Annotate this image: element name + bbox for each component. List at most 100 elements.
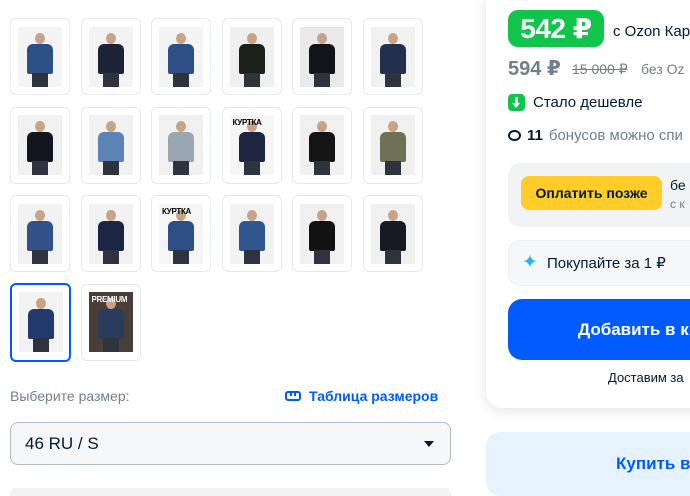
product-photo xyxy=(229,203,274,264)
jacket-shape xyxy=(97,220,124,251)
size-table-link[interactable]: Таблица размеров xyxy=(285,388,438,404)
gallery-thumbnail[interactable] xyxy=(80,18,141,95)
gallery-thumbnail[interactable] xyxy=(292,106,352,184)
gallery-thumbnail[interactable] xyxy=(80,106,141,184)
product-photo xyxy=(300,203,344,264)
gallery-thumbnail[interactable] xyxy=(292,195,352,272)
model-legs xyxy=(243,249,260,264)
model-legs xyxy=(102,338,119,352)
gallery-thumbnail[interactable] xyxy=(151,18,211,95)
model-legs xyxy=(32,161,48,175)
jacket-shape xyxy=(168,132,194,162)
product-photo xyxy=(370,203,415,264)
gallery-thumbnail[interactable] xyxy=(221,18,282,95)
jacket-shape xyxy=(238,220,265,251)
current-price-badge: 542 ₽ xyxy=(508,10,604,47)
model-head xyxy=(35,209,45,221)
jacket-shape xyxy=(27,43,53,74)
gallery-thumbnail[interactable] xyxy=(80,195,141,272)
gallery-thumbnail[interactable] xyxy=(362,195,423,272)
sparkle-icon xyxy=(522,251,539,273)
gallery-thumbnail[interactable]: КУРТКА xyxy=(221,106,282,184)
product-photo xyxy=(88,115,133,175)
size-select[interactable]: 46 RU / S xyxy=(10,422,451,465)
without-card-label: без Oz xyxy=(641,61,685,77)
next-section-edge xyxy=(10,488,451,496)
delivery-note: Доставим за xyxy=(608,370,684,385)
jacket-shape xyxy=(309,43,335,74)
pay-later-note-line2: с к xyxy=(670,197,685,211)
model-legs xyxy=(314,161,330,175)
gallery-thumbnail[interactable] xyxy=(10,282,71,362)
model-head xyxy=(387,32,398,44)
regular-price: 594 ₽ xyxy=(508,58,561,80)
jacket-shape xyxy=(97,43,124,74)
pay-later-button[interactable]: Оплатить позже xyxy=(521,176,662,210)
model-head xyxy=(35,32,45,44)
price-dropped-text: Стало дешевле xyxy=(533,94,643,111)
photo-caption: КУРТКА xyxy=(162,206,192,216)
ruler-icon xyxy=(285,391,301,401)
jacket-shape xyxy=(27,309,54,339)
model-legs xyxy=(243,161,260,175)
product-photo: PREMIUM xyxy=(88,292,133,352)
jacket-shape xyxy=(238,132,265,162)
buy-now-button[interactable]: Купить в xyxy=(486,432,690,496)
jacket-shape xyxy=(309,220,335,251)
product-photo xyxy=(18,115,62,175)
ozon-card-label[interactable]: с Ozon Кар xyxy=(613,23,690,40)
model-head xyxy=(176,32,186,44)
gallery-thumbnail[interactable] xyxy=(362,18,423,95)
product-photo xyxy=(300,26,344,87)
model-head xyxy=(317,32,327,44)
model-legs xyxy=(173,249,189,264)
jacket-shape xyxy=(27,132,53,162)
model-legs xyxy=(102,72,119,87)
size-table-label: Таблица размеров xyxy=(309,388,439,404)
model-head xyxy=(317,121,327,132)
photo-caption: КУРТКА xyxy=(232,118,262,127)
gallery-thumbnail[interactable] xyxy=(10,195,70,272)
gallery-thumbnail[interactable] xyxy=(10,106,70,184)
gallery-thumbnail[interactable] xyxy=(292,18,352,95)
model-legs xyxy=(384,249,401,264)
product-photo xyxy=(18,203,62,264)
model-legs xyxy=(102,161,119,175)
gallery-thumbnail[interactable] xyxy=(362,106,423,184)
model-legs xyxy=(32,72,48,87)
model-legs xyxy=(314,72,330,87)
bonus-text: бонусов можно спи xyxy=(548,127,683,144)
add-to-cart-button[interactable]: Добавить в к xyxy=(508,299,690,360)
model-head xyxy=(387,121,398,132)
gallery-thumbnail[interactable] xyxy=(151,106,211,184)
product-photo xyxy=(370,26,415,87)
price-dropped-note: Стало дешевле xyxy=(508,94,643,111)
jacket-shape xyxy=(379,132,406,162)
product-photo xyxy=(300,115,344,175)
jacket-shape xyxy=(27,220,53,251)
model-legs xyxy=(384,72,401,87)
model-legs xyxy=(32,249,48,264)
crossed-price: 15 000 ₽ xyxy=(572,61,628,77)
buy-for-one-ruble-button[interactable]: Покупайте за 1 ₽ xyxy=(508,240,690,286)
model-head xyxy=(246,32,257,44)
model-head xyxy=(105,209,116,221)
product-photo xyxy=(18,26,62,87)
gallery-thumbnail[interactable] xyxy=(10,18,70,95)
gallery-thumbnail[interactable] xyxy=(221,195,282,272)
model-legs xyxy=(173,161,189,175)
model-head xyxy=(387,209,398,221)
gallery-thumbnail[interactable]: PREMIUM xyxy=(80,283,141,361)
model-legs xyxy=(384,161,401,175)
gallery-thumbnail[interactable]: КУРТКА xyxy=(151,195,211,272)
size-label: Выберите размер: xyxy=(10,388,130,404)
model-legs xyxy=(314,249,330,264)
product-photo xyxy=(229,26,274,87)
product-photo xyxy=(88,203,133,264)
chevron-down-icon xyxy=(424,441,434,447)
model-head xyxy=(35,121,45,132)
product-photo xyxy=(370,115,415,175)
jacket-shape xyxy=(309,132,335,162)
product-photo: КУРТКА xyxy=(159,203,203,264)
jacket-shape xyxy=(168,220,194,251)
